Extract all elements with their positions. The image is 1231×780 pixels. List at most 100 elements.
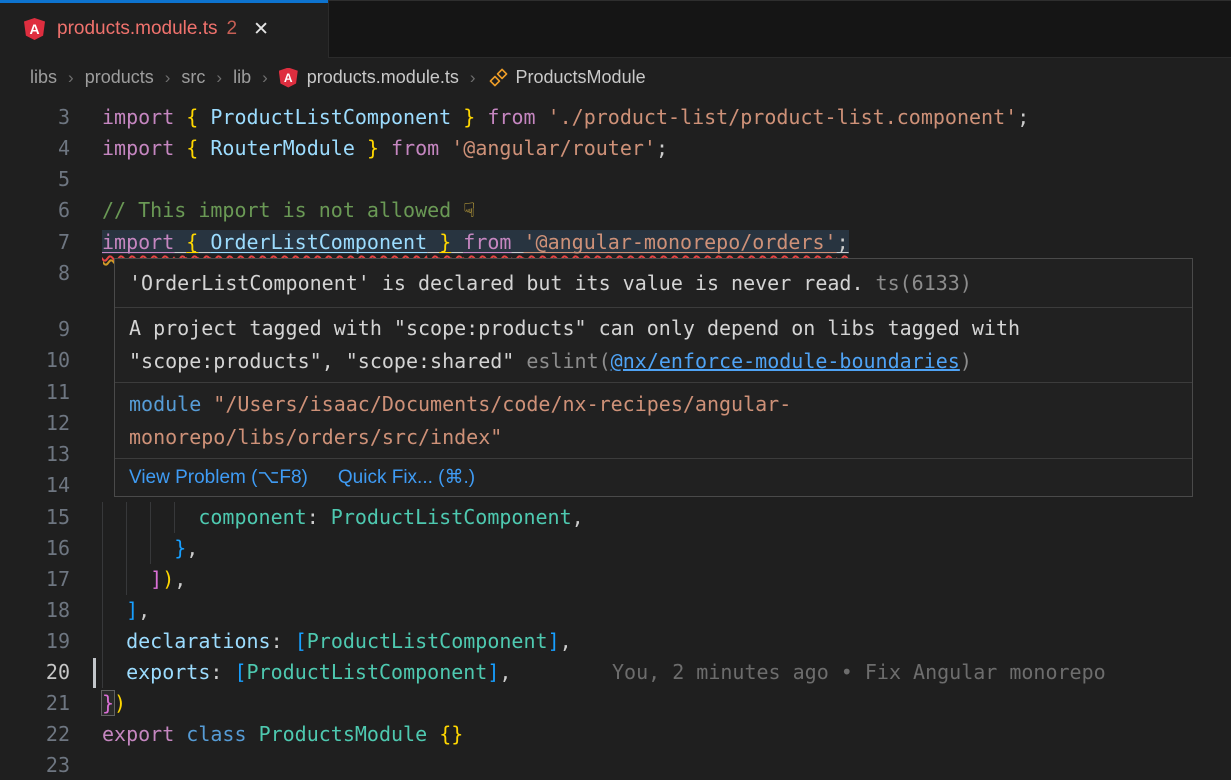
- code-token: }: [102, 691, 114, 715]
- code-token: [102, 629, 126, 653]
- breadcrumb-item-file[interactable]: products.module.ts: [307, 67, 459, 88]
- line-number[interactable]: 21: [0, 688, 70, 719]
- code-token: [198, 230, 210, 254]
- hover-action-bar: View Problem (⌥F8) Quick Fix... (⌘.): [115, 458, 1192, 496]
- code-token: component: [198, 505, 306, 529]
- line-number[interactable]: 23: [0, 750, 70, 780]
- code-line-19[interactable]: 19 declarations: [ProductListComponent],: [0, 626, 1231, 657]
- line-number[interactable]: 18: [0, 595, 70, 626]
- code-text: ]),: [102, 564, 186, 595]
- code-line-3[interactable]: 3 import { ProductListComponent } from '.…: [0, 102, 1231, 133]
- breadcrumb-item-products[interactable]: products: [85, 67, 154, 88]
- code-token: [: [234, 660, 246, 684]
- code-line-7[interactable]: 7 import { OrderListComponent } from '@an…: [0, 227, 1231, 258]
- tab-problems-badge: 2: [227, 18, 238, 40]
- code-line-6[interactable]: 6// This import is not allowed ☟: [0, 195, 1231, 226]
- breadcrumb-item-lib[interactable]: lib: [233, 67, 251, 88]
- line-number[interactable]: 4: [0, 133, 70, 164]
- line-number[interactable]: 12: [0, 408, 70, 439]
- breadcrumb-separator: ›: [68, 68, 74, 88]
- code-text: }): [102, 688, 126, 719]
- line-number[interactable]: 7: [0, 227, 70, 258]
- angular-icon-letter: A: [284, 72, 293, 84]
- line-number[interactable]: 11: [0, 377, 70, 408]
- git-modified-gutter-bar: [93, 658, 96, 688]
- line-number[interactable]: 19: [0, 626, 70, 657]
- code-token: OrderListComponent: [210, 230, 427, 254]
- breadcrumb-separator: ›: [165, 68, 171, 88]
- angular-file-icon: A: [24, 18, 45, 40]
- code-token: [536, 105, 548, 129]
- code-token: class: [186, 722, 246, 746]
- line-number[interactable]: 20: [0, 657, 70, 688]
- code-token: {}: [439, 722, 463, 746]
- code-token: './product-list/product-list.component': [548, 105, 1018, 129]
- diagnostic-source: ): [960, 349, 972, 373]
- code-token: import: [102, 230, 174, 254]
- code-line-17[interactable]: 17 ]),: [0, 564, 1231, 595]
- breadcrumb-separator: ›: [262, 68, 268, 88]
- line-number[interactable]: 6: [0, 195, 70, 226]
- symbol-class-icon: [489, 68, 508, 87]
- code-token: [102, 660, 126, 684]
- code-token: ]: [487, 660, 499, 684]
- line-number[interactable]: 5: [0, 164, 70, 195]
- code-line-18[interactable]: 18 ],: [0, 595, 1231, 626]
- view-problem-button[interactable]: View Problem (⌥F8): [129, 466, 308, 489]
- line-number[interactable]: 17: [0, 564, 70, 595]
- code-line-16[interactable]: 16 },: [0, 533, 1231, 564]
- code-token: [427, 230, 439, 254]
- code-token: [174, 722, 186, 746]
- code-token: }: [463, 105, 475, 129]
- line-number[interactable]: 8: [0, 258, 70, 289]
- code-token: [174, 136, 186, 160]
- tab-products-module[interactable]: A products.module.ts 2 ✕: [0, 0, 328, 58]
- close-tab-icon[interactable]: ✕: [253, 18, 269, 41]
- code-line-21[interactable]: 21}): [0, 688, 1231, 719]
- code-line-5[interactable]: 5: [0, 164, 1231, 195]
- code-token: export: [102, 722, 174, 746]
- line-number[interactable]: 14: [0, 470, 70, 501]
- line-number[interactable]: 13: [0, 439, 70, 470]
- code-token: [198, 105, 210, 129]
- code-token: [102, 536, 174, 560]
- code-text: export class ProductsModule {}: [102, 719, 463, 750]
- eslint-rule-link[interactable]: @nx/enforce-module-boundaries: [611, 349, 960, 373]
- line-number[interactable]: 16: [0, 533, 70, 564]
- code-token: ProductListComponent: [210, 105, 451, 129]
- breadcrumb-item-libs[interactable]: libs: [30, 67, 57, 88]
- code-text: import { ProductListComponent } from './…: [102, 102, 1029, 133]
- code-line-20[interactable]: 20 exports: [ProductListComponent],You, …: [0, 657, 1231, 688]
- diagnostic-text: 'OrderListComponent' is declared but its…: [129, 271, 876, 295]
- line-number[interactable]: 3: [0, 102, 70, 133]
- code-line-23[interactable]: 23: [0, 750, 1231, 780]
- code-token: declarations: [126, 629, 271, 653]
- code-token: [355, 136, 367, 160]
- module-path-line1: "/Users/isaac/Documents/code/nx-recipes/…: [201, 392, 791, 416]
- breadcrumb-item-src[interactable]: src: [181, 67, 205, 88]
- code-text: exports: [ProductListComponent],: [102, 657, 511, 688]
- line-number[interactable]: 10: [0, 345, 70, 376]
- code-line-22[interactable]: 22 export class ProductsModule {}: [0, 719, 1231, 750]
- code-editor[interactable]: 3 import { ProductListComponent } from '.…: [0, 97, 1231, 780]
- module-keyword: module: [129, 392, 201, 416]
- code-line-15[interactable]: 15 component: ProductListComponent,: [0, 502, 1231, 533]
- code-line-4[interactable]: 4import { RouterModule } from '@angular/…: [0, 133, 1231, 164]
- angular-file-icon: A: [279, 68, 298, 88]
- line-number[interactable]: 9: [0, 314, 70, 345]
- code-token: ,: [560, 629, 572, 653]
- line-number[interactable]: 22: [0, 719, 70, 750]
- quick-fix-button[interactable]: Quick Fix... (⌘.): [338, 466, 475, 489]
- code-token: :: [271, 629, 295, 653]
- breadcrumb: libs › products › src › lib › A products…: [0, 58, 1231, 97]
- code-token: ProductListComponent: [331, 505, 572, 529]
- line-number[interactable]: 15: [0, 502, 70, 533]
- code-token: {: [186, 105, 198, 129]
- code-token: ;: [1017, 105, 1029, 129]
- breadcrumb-item-symbol[interactable]: ProductsModule: [516, 67, 646, 88]
- indent-guide: [102, 502, 103, 688]
- code-token: '@angular-monorepo/orders': [524, 230, 837, 254]
- code-token: '@angular/router': [451, 136, 656, 160]
- code-text: import { OrderListComponent } from '@ang…: [102, 227, 849, 258]
- code-token: exports: [126, 660, 210, 684]
